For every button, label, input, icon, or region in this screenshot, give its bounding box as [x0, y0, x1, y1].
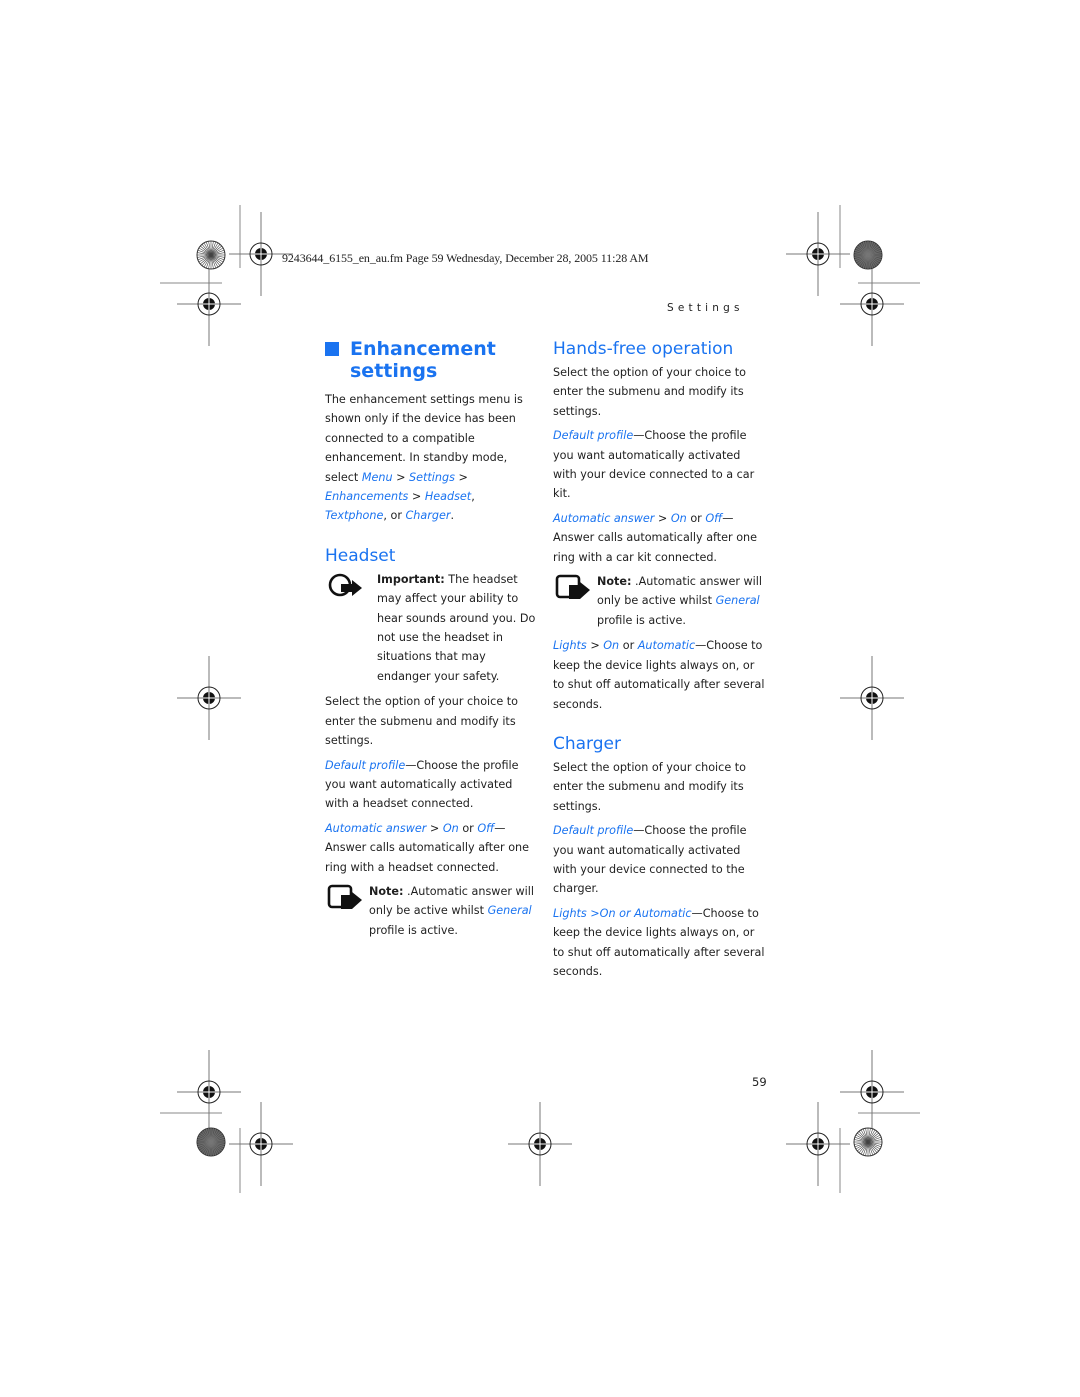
- printer-marks: [160, 205, 920, 1193]
- charger-lights: Lights >On or Automatic—Choose to keep t…: [553, 904, 767, 982]
- automatic-answer-link[interactable]: Automatic answer: [553, 512, 654, 525]
- or-text: or: [462, 821, 474, 835]
- headset-link[interactable]: Headset: [425, 490, 471, 503]
- important-label: Important:: [377, 572, 445, 586]
- headset-default-profile: Default profile—Choose the profile you w…: [325, 756, 539, 814]
- automatic-link[interactable]: Automatic: [638, 639, 695, 652]
- right-column: Hands-free operation Select the option o…: [553, 338, 767, 986]
- note-notice: Note: .Automatic answer will only be act…: [553, 572, 767, 630]
- page-number: 59: [752, 1075, 767, 1089]
- path-separator: >: [458, 470, 468, 484]
- period: .: [450, 509, 454, 523]
- comma: ,: [471, 490, 475, 504]
- registration-mark-icon: [840, 262, 904, 346]
- registration-mark-icon: [229, 1102, 293, 1186]
- default-profile-link[interactable]: Default profile: [553, 824, 633, 837]
- note-text-end: profile is active.: [369, 923, 458, 937]
- or-text: or: [622, 639, 635, 653]
- note-label: Note:: [597, 575, 632, 589]
- important-text: The headset may affect your ability to h…: [377, 572, 536, 683]
- registration-mark-icon: [177, 262, 241, 346]
- lights-link[interactable]: Lights: [553, 639, 587, 652]
- starburst-target-icon: [853, 240, 883, 270]
- on-link[interactable]: On: [671, 512, 687, 525]
- path-separator: >: [396, 470, 406, 484]
- registration-mark-icon: [840, 1050, 904, 1134]
- lights-link[interactable]: Lights >On or Automatic: [553, 907, 692, 920]
- general-link[interactable]: General: [488, 904, 532, 917]
- note-hand-icon: [327, 884, 362, 909]
- or-text: or: [690, 511, 702, 525]
- important-arrow-icon: [328, 573, 362, 597]
- on-link[interactable]: On: [603, 639, 619, 652]
- file-info-header: 9243644_6155_en_au.fm Page 59 Wednesday,…: [282, 251, 649, 265]
- automatic-answer-link[interactable]: Automatic answer: [325, 822, 426, 835]
- running-head: Settings: [667, 302, 744, 314]
- off-link[interactable]: Off: [477, 822, 494, 835]
- section-title: Enhancement settings: [325, 338, 539, 382]
- default-profile-link[interactable]: Default profile: [553, 429, 633, 442]
- or-text: , or: [383, 509, 402, 523]
- path-separator: >: [657, 511, 668, 525]
- note-text-end: profile is active.: [597, 613, 686, 627]
- charger-select-text: Select the option of your choice to ente…: [553, 760, 746, 813]
- on-link[interactable]: On: [443, 822, 459, 835]
- registration-mark-icon: [177, 1050, 241, 1134]
- handsfree-auto-answer: Automatic answer > On or Off— Answer cal…: [553, 509, 767, 567]
- starburst-target-icon: [196, 1127, 226, 1157]
- note-hand-icon: [555, 574, 590, 600]
- intro-paragraph: The enhancement settings menu is shown o…: [325, 390, 539, 526]
- charger-default-profile: Default profile—Choose the profile you w…: [553, 821, 767, 899]
- handsfree-lights: Lights > On or Automatic—Choose to keep …: [553, 636, 767, 714]
- important-notice: Important: The headset may affect your a…: [325, 570, 539, 686]
- section-title-line1: Enhancement: [350, 338, 496, 360]
- note-label: Note:: [369, 884, 404, 898]
- section-title-line2: settings: [350, 360, 438, 382]
- path-separator: >: [429, 821, 440, 835]
- charger-heading: Charger: [553, 733, 621, 754]
- menu-link[interactable]: Menu: [362, 471, 393, 484]
- registration-mark-icon: [840, 656, 904, 740]
- path-separator: >: [590, 639, 600, 653]
- enhancements-link[interactable]: Enhancements: [325, 490, 408, 503]
- starburst-target-icon: [853, 1127, 883, 1157]
- headset-select-text: Select the option of your choice to ente…: [325, 695, 518, 748]
- general-link[interactable]: General: [716, 594, 760, 607]
- path-separator: >: [411, 490, 422, 504]
- handsfree-select-text: Select the option of your choice to ente…: [553, 366, 746, 418]
- charger-link[interactable]: Charger: [405, 509, 450, 522]
- settings-link[interactable]: Settings: [409, 471, 455, 484]
- section-bullet-icon: [325, 342, 339, 356]
- registration-mark-icon: [177, 656, 241, 740]
- textphone-link[interactable]: Textphone: [325, 509, 383, 522]
- left-column: Enhancement settings The enhancement set…: [325, 338, 539, 946]
- handsfree-heading: Hands-free operation: [553, 339, 734, 359]
- default-profile-link[interactable]: Default profile: [325, 759, 405, 772]
- handsfree-default-profile: Default profile—Choose the profile you w…: [553, 426, 767, 504]
- note-notice: Note: .Automatic answer will only be act…: [325, 882, 539, 940]
- headset-auto-answer: Automatic answer > On or Off— Answer cal…: [325, 819, 539, 877]
- starburst-target-icon: [196, 240, 226, 270]
- off-link[interactable]: Off: [705, 512, 722, 525]
- registration-mark-icon: [508, 1102, 572, 1186]
- headset-heading: Headset: [325, 545, 396, 566]
